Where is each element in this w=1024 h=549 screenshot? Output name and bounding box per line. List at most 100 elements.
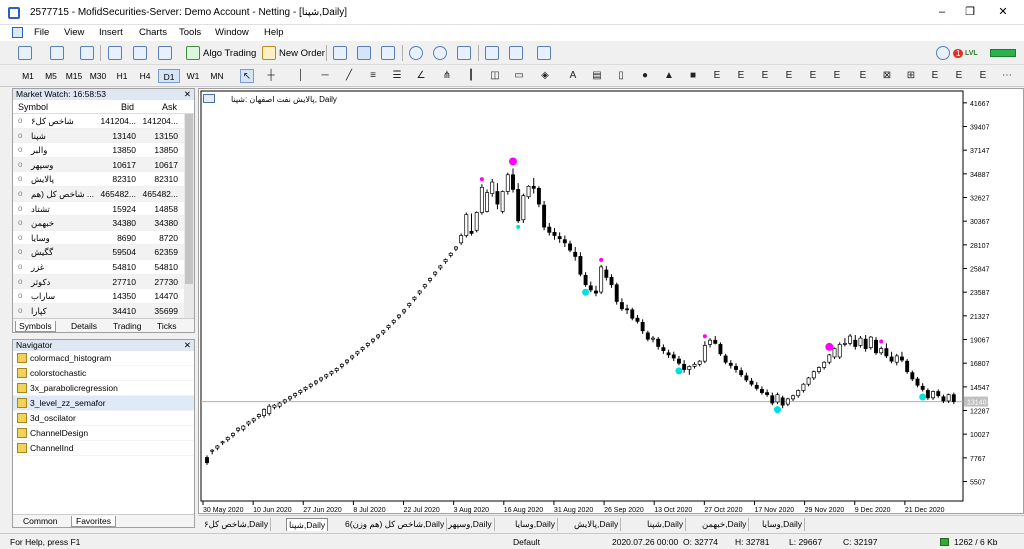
market-watch-scroll-thumb[interactable] bbox=[185, 114, 193, 284]
new-order-button[interactable]: New Order bbox=[262, 44, 325, 62]
market-watch-row[interactable]: o والبر 13850 13850 bbox=[13, 143, 194, 158]
market-watch-row[interactable]: o وسایا 8690 8720 bbox=[13, 231, 194, 246]
rectangle-tool-icon[interactable]: ▯ bbox=[614, 69, 628, 83]
label-tool-icon[interactable]: ▤ bbox=[590, 69, 604, 83]
menu-tools[interactable]: Tools bbox=[179, 27, 201, 38]
more-tools-icon[interactable]: ⋯ bbox=[1000, 69, 1014, 83]
tf-m30[interactable]: M30 bbox=[87, 69, 109, 83]
vertical-line-tool-icon[interactable]: │ bbox=[294, 69, 308, 83]
elliott-wave-7-icon[interactable]: E bbox=[856, 69, 870, 83]
menu-charts[interactable]: Charts bbox=[139, 27, 167, 38]
tf-m5[interactable]: M5 bbox=[40, 69, 62, 83]
autoscroll-button[interactable] bbox=[485, 44, 499, 62]
market-watch-row[interactable]: o دکوثر 27710 27730 bbox=[13, 274, 194, 290]
signal-strength[interactable]: LVL bbox=[965, 44, 978, 62]
elliott-wave-3-icon[interactable]: E bbox=[758, 69, 772, 83]
tab-trading[interactable]: Trading bbox=[113, 321, 142, 331]
menu-window[interactable]: Window bbox=[215, 27, 249, 38]
navigator-item[interactable]: ChannelInd bbox=[13, 441, 194, 456]
signals-button[interactable] bbox=[158, 44, 172, 62]
tf-h1[interactable]: H1 bbox=[111, 69, 133, 83]
elliott-wave-2-icon[interactable]: E bbox=[734, 69, 748, 83]
chart-tab[interactable]: شپنا,Daily bbox=[286, 518, 329, 531]
column-symbol[interactable]: Symbol bbox=[18, 102, 48, 112]
tab-details[interactable]: Details bbox=[71, 321, 97, 331]
arrows-tool-icon[interactable]: ◈ bbox=[538, 69, 552, 83]
tile-windows-button[interactable] bbox=[457, 44, 471, 62]
regression-tool-icon[interactable]: ⊠ bbox=[880, 69, 894, 83]
tab-favorites[interactable]: Favorites bbox=[71, 516, 116, 527]
chart-tab[interactable]: وسپهر,Daily bbox=[446, 518, 495, 531]
market-watch-row[interactable]: o وسپهر 10617 10617 bbox=[13, 157, 194, 173]
new-chart-button[interactable] bbox=[18, 44, 32, 62]
angle-tool-icon[interactable]: ∠ bbox=[414, 69, 428, 83]
chart-tab[interactable]: خبهمن,Daily bbox=[700, 518, 750, 531]
market-watch-button[interactable] bbox=[80, 44, 94, 62]
navigator-item[interactable]: 3_level_zz_semafor bbox=[13, 396, 194, 411]
chart-window[interactable]: 41667 39407 37147 34887 32627 30367 28107 25847… bbox=[198, 88, 1024, 514]
crosshair-tool-icon[interactable]: ┼ bbox=[264, 69, 278, 83]
notifications-button[interactable]: 1 bbox=[936, 44, 964, 62]
tf-h4[interactable]: H4 bbox=[134, 69, 156, 83]
tf-w1[interactable]: W1 bbox=[182, 69, 204, 83]
equidistant-channel-tool-icon[interactable]: ≡ bbox=[366, 69, 380, 83]
market-watch-row[interactable]: o غزر 54810 54810 bbox=[13, 260, 194, 275]
cycle-lines-tool-icon[interactable]: ┃ bbox=[464, 69, 478, 83]
column-ask[interactable]: Ask bbox=[162, 102, 177, 112]
menu-file[interactable]: File bbox=[34, 27, 49, 38]
tf-d1[interactable]: D1 bbox=[158, 69, 180, 83]
market-watch-close-icon[interactable]: ✕ bbox=[184, 89, 191, 100]
zoom-out-button[interactable] bbox=[433, 44, 447, 62]
chart-tab[interactable]: پالایش,Daily bbox=[572, 518, 622, 531]
maximize-button[interactable]: ❐ bbox=[962, 5, 978, 19]
trendline-tool-icon[interactable]: ╱ bbox=[342, 69, 356, 83]
navigator-item[interactable]: 3d_oscilator bbox=[13, 411, 194, 426]
market-watch-row[interactable]: o کپارا 34410 35699 bbox=[13, 303, 194, 319]
gann-grid-tool-icon[interactable]: ⊞ bbox=[904, 69, 918, 83]
tab-ticks[interactable]: Ticks bbox=[157, 321, 177, 331]
cursor-tool-icon[interactable]: ↖ bbox=[240, 69, 254, 83]
navigator-item[interactable]: 3x_parabolicregression bbox=[13, 381, 194, 396]
zoom-in-button[interactable] bbox=[409, 44, 423, 62]
fibo-channel-tool-icon[interactable]: E bbox=[976, 69, 990, 83]
ellipse-tool-icon[interactable]: ● bbox=[638, 69, 652, 83]
strategy-tester-button[interactable] bbox=[133, 44, 147, 62]
chart-shift-button[interactable] bbox=[509, 44, 523, 62]
tab-symbols[interactable]: Symbols bbox=[15, 321, 56, 332]
menu-help[interactable]: Help bbox=[264, 27, 284, 38]
market-watch-row[interactable]: o شاخص كل (هم ... 465482... 465482... bbox=[13, 186, 194, 202]
navigator-item[interactable]: ChannelDesign bbox=[13, 426, 194, 441]
market-watch-row[interactable]: o خبهمن 34380 34380 bbox=[13, 216, 194, 231]
market-watch-scrollbar[interactable] bbox=[184, 114, 194, 319]
chart-menu-icon[interactable] bbox=[203, 94, 215, 103]
horizontal-line-tool-icon[interactable]: ─ bbox=[318, 69, 332, 83]
bar-chart-button[interactable] bbox=[333, 44, 347, 62]
tab-common[interactable]: Common bbox=[23, 516, 57, 526]
menu-insert[interactable]: Insert bbox=[99, 27, 123, 38]
navigator-close-icon[interactable]: ✕ bbox=[184, 340, 191, 351]
line-chart-button[interactable] bbox=[381, 44, 395, 62]
market-watch-row[interactable]: o شاخص كل۶ 141204... 141204... bbox=[13, 114, 194, 129]
tf-m1[interactable]: M1 bbox=[17, 69, 39, 83]
price-chart-canvas[interactable]: 41667 39407 37147 34887 32627 30367 28107 25847… bbox=[199, 89, 1024, 515]
chart-tab[interactable]: وسایا,Daily bbox=[760, 518, 806, 531]
meta-editor-button[interactable] bbox=[108, 44, 122, 62]
pitchfork-tool-icon[interactable]: ⋔ bbox=[440, 69, 454, 83]
minimize-button[interactable]: – bbox=[934, 5, 950, 19]
rect-fill-tool-icon[interactable]: ■ bbox=[686, 69, 700, 83]
elliott-wave-1-icon[interactable]: E bbox=[710, 69, 724, 83]
market-watch-row[interactable]: o شپنا 13140 13150 bbox=[13, 128, 194, 144]
candlestick-button[interactable] bbox=[357, 44, 371, 62]
chart-tab[interactable]: شاخص كل (هم وزن)6,Daily bbox=[343, 518, 448, 531]
elliott-wave-6-icon[interactable]: E bbox=[830, 69, 844, 83]
market-watch-row[interactable]: o ساراب 14350 14470 bbox=[13, 289, 194, 304]
chart-tab[interactable]: وسایا,Daily bbox=[513, 518, 559, 531]
elliott-wave-4-icon[interactable]: E bbox=[782, 69, 796, 83]
market-watch-row[interactable]: o پالایش 82310 82310 bbox=[13, 172, 194, 187]
templates-button[interactable] bbox=[537, 44, 551, 62]
fibo-tool-icon[interactable]: ☰ bbox=[390, 69, 404, 83]
algo-trading-button[interactable]: Algo Trading bbox=[186, 44, 256, 62]
market-watch-row[interactable]: o گگیش 59504 62359 bbox=[13, 245, 194, 260]
fibo-arcs-tool-icon[interactable]: E bbox=[952, 69, 966, 83]
column-bid[interactable]: Bid bbox=[121, 102, 134, 112]
